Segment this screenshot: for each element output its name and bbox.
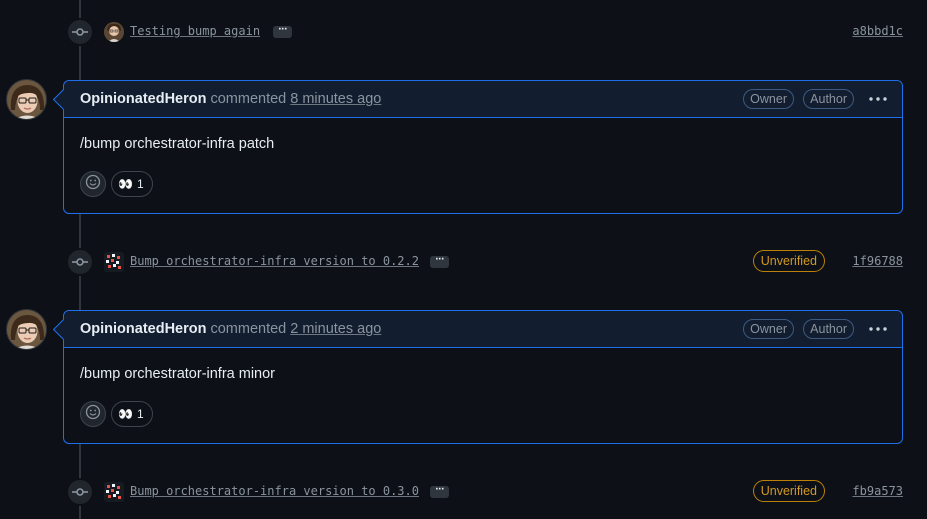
expand-commit-button[interactable]: ··· xyxy=(273,26,292,38)
commit-row: Bump orchestrator-infra version to 0.3.0… xyxy=(0,477,927,507)
comment-author-link[interactable]: OpinionatedHeron xyxy=(80,91,206,107)
owner-label: Owner xyxy=(743,319,794,339)
comment-author-link[interactable]: OpinionatedHeron xyxy=(80,321,206,337)
comment-timestamp-link[interactable]: 8 minutes ago xyxy=(290,91,381,107)
commit-message-link[interactable]: Testing bump again xyxy=(130,24,260,38)
expand-commit-button[interactable]: ··· xyxy=(430,256,449,268)
comment-timestamp-link[interactable]: 2 minutes ago xyxy=(290,321,381,337)
bot-avatar-icon[interactable] xyxy=(104,252,124,272)
avatar[interactable] xyxy=(6,79,47,120)
commit-sha-link[interactable]: a8bbd1c xyxy=(852,24,903,38)
user-avatar-icon[interactable] xyxy=(104,22,124,42)
comment-body: /bump orchestrator-infra patch xyxy=(80,136,275,152)
comment-body: /bump orchestrator-infra minor xyxy=(80,366,276,382)
author-label: Author xyxy=(803,319,854,339)
commit-row: Bump orchestrator-infra version to 0.2.2… xyxy=(0,247,927,277)
bot-avatar-icon[interactable] xyxy=(104,482,124,502)
reactions-bar: 👀 1 xyxy=(80,171,153,197)
eyes-reaction-button[interactable]: 👀 1 xyxy=(111,171,153,197)
comment-header: OpinionatedHeron commented 2 minutes ago… xyxy=(64,311,902,348)
git-commit-icon xyxy=(66,478,94,506)
smiley-icon xyxy=(85,404,101,424)
commit-message-link[interactable]: Bump orchestrator-infra version to 0.3.0 xyxy=(130,484,419,498)
eyes-emoji: 👀 xyxy=(118,407,133,421)
add-reaction-button[interactable] xyxy=(80,401,106,427)
comment-action-text: commented xyxy=(210,321,287,337)
owner-label: Owner xyxy=(743,89,794,109)
comment-card: OpinionatedHeron commented 8 minutes ago… xyxy=(63,80,903,214)
comment-card: OpinionatedHeron commented 2 minutes ago… xyxy=(63,310,903,444)
avatar[interactable] xyxy=(6,309,47,350)
git-commit-icon xyxy=(66,248,94,276)
commit-sha-link[interactable]: 1f96788 xyxy=(852,254,903,268)
comment-header: OpinionatedHeron commented 8 minutes ago… xyxy=(64,81,902,118)
kebab-horizontal-icon[interactable] xyxy=(866,91,890,107)
reaction-count: 1 xyxy=(136,177,144,191)
comment-action-text: commented xyxy=(210,91,287,107)
reactions-bar: 👀 1 xyxy=(80,401,153,427)
add-reaction-button[interactable] xyxy=(80,171,106,197)
eyes-emoji: 👀 xyxy=(118,177,133,191)
kebab-horizontal-icon[interactable] xyxy=(866,321,890,337)
unverified-badge[interactable]: Unverified xyxy=(752,480,825,502)
smiley-icon xyxy=(85,174,101,194)
author-label: Author xyxy=(803,89,854,109)
eyes-reaction-button[interactable]: 👀 1 xyxy=(111,401,153,427)
reaction-count: 1 xyxy=(136,407,144,421)
commit-sha-link[interactable]: fb9a573 xyxy=(852,484,903,498)
expand-commit-button[interactable]: ··· xyxy=(430,486,449,498)
commit-row: Testing bump again ··· a8bbd1c xyxy=(0,17,927,47)
unverified-badge[interactable]: Unverified xyxy=(752,250,825,272)
commit-message-link[interactable]: Bump orchestrator-infra version to 0.2.2 xyxy=(130,254,419,268)
git-commit-icon xyxy=(66,18,94,46)
